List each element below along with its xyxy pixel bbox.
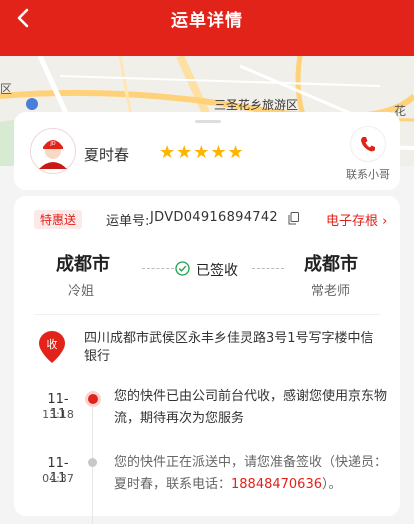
courier-name: 夏时春 [84, 146, 130, 164]
courier-avatar: JD [30, 128, 76, 174]
map-label: 区 [0, 82, 13, 96]
waybill-number-label: 运单号: [106, 214, 150, 229]
waybill-number: JDVD04916894742 [150, 210, 278, 225]
sender-name: 冷姐 [68, 284, 95, 299]
courier-rating-stars: ★★★★★ [159, 142, 245, 163]
contact-courier-button[interactable]: 联系小哥 [340, 126, 396, 186]
waybill-detail-card: 特惠送 运单号: JDVD04916894742 电子存根 › 成都市 冷姐 已… [14, 196, 400, 524]
phone-icon [350, 126, 386, 162]
check-circle-icon [175, 261, 190, 276]
e-receipt-link[interactable]: 电子存根 › [326, 210, 387, 229]
receive-pin-icon: 收 [39, 331, 65, 363]
recipient-name: 常老师 [311, 284, 351, 299]
drag-handle[interactable] [195, 120, 221, 123]
route-dash-right [252, 268, 284, 269]
map-label: 三圣花乡旅游区 [214, 98, 299, 112]
service-type-badge: 特惠送 [34, 210, 83, 229]
courier-avatar-icon: JD [31, 129, 75, 173]
contact-courier-label: 联系小哥 [346, 168, 390, 181]
page-title: 运单详情 [171, 11, 243, 31]
receive-pin-label: 收 [47, 337, 58, 351]
timeline-event-text-part: ）。 [322, 477, 342, 492]
route-dash-left [142, 268, 174, 269]
timeline-event-text: 您的快件正在派送中，请您准备签收（快递员：夏时春，联系电话：1884847063… [114, 452, 394, 496]
sender-city: 成都市 [56, 254, 110, 275]
delivery-status: 已签收 [196, 263, 238, 279]
svg-text:JD: JD [49, 141, 55, 147]
recipient-city: 成都市 [304, 254, 358, 275]
courier-card: JD 夏时春 ★★★★★ 联系小哥 [14, 112, 400, 190]
timeline-time: 04:37 [42, 472, 74, 485]
delivery-address: 四川成都市武侯区永丰乡佳灵路3号1号写字楼中信银行 [84, 331, 374, 364]
courier-phone-link[interactable]: 18848470636 [231, 477, 322, 492]
copy-icon[interactable] [288, 212, 299, 225]
app-header: 运单详情 [0, 0, 414, 56]
timeline-dot-active [85, 391, 101, 407]
timeline-time: 13:18 [42, 408, 74, 421]
timeline-dot [88, 458, 97, 467]
timeline-event-text: 您的快件已由公司前台代收，感谢您使用京东物流，期待再次为您服务 [114, 389, 388, 426]
divider [34, 314, 380, 315]
